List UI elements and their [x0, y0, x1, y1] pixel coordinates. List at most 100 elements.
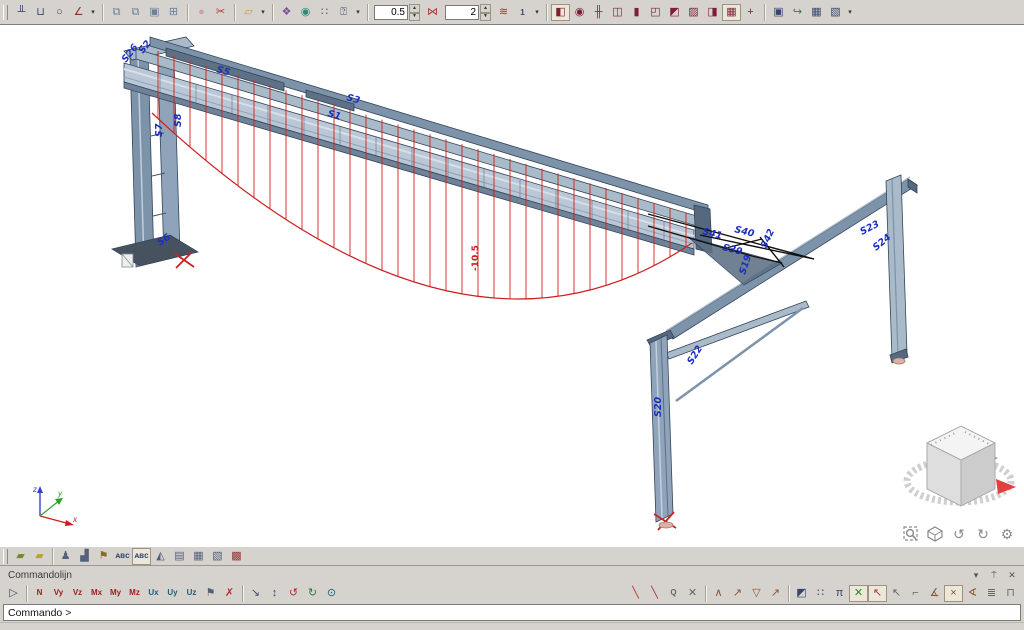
labels-abc-icon[interactable]: ᴀʙᴄ — [113, 548, 132, 565]
orbit-right-icon[interactable]: ↻ — [974, 525, 992, 543]
connection-welded-icon[interactable]: ◉ — [570, 4, 589, 21]
center-crosshair-icon[interactable]: + — [741, 4, 760, 21]
rotate-cw-icon[interactable]: ↻ — [303, 585, 322, 602]
render-palette-icon[interactable]: ❖ — [277, 4, 296, 21]
panel-pin-button[interactable]: ⍑ — [988, 570, 1000, 581]
multicopy-icon[interactable]: ⧉ — [126, 4, 145, 21]
wipe-all-icon[interactable]: ▰ — [30, 548, 49, 565]
result-Uy-icon[interactable]: Uy — [163, 585, 182, 602]
arc-edit-icon[interactable]: ↗ — [728, 585, 747, 602]
navigation-cube[interactable]: ↺ ↻ ⚙ — [898, 397, 1020, 544]
angle-icon[interactable]: ∠ — [69, 4, 88, 21]
eraser-icon[interactable]: ● — [192, 4, 211, 21]
diagram-curve-icon[interactable]: ≋ — [494, 4, 513, 21]
dot-grid-icon[interactable]: ∷ — [315, 4, 334, 21]
result-Mx-icon[interactable]: Mx — [87, 585, 106, 602]
folder-dropdown[interactable]: ▾ — [258, 4, 268, 21]
view-dropdown[interactable]: ▾ — [353, 4, 363, 21]
table-results-icon[interactable]: ▦ — [189, 548, 208, 565]
calculator-settings-icon[interactable]: ▧ — [826, 4, 845, 21]
connection-add-icon[interactable]: ◨ — [703, 4, 722, 21]
hide-service-icon[interactable]: ♟ — [56, 548, 75, 565]
snap-orthogonal-icon[interactable]: ⌐ — [906, 585, 925, 602]
view-settings-gear-icon[interactable]: ⚙ — [998, 525, 1016, 543]
line-edit-icon[interactable]: ↗ — [766, 585, 785, 602]
main-girder[interactable] — [124, 37, 712, 255]
hinge-scale-icon[interactable]: ⋈ — [423, 4, 442, 21]
labels-abc-active-icon[interactable]: ᴀʙᴄ — [132, 548, 151, 565]
toolbar-handle[interactable] — [3, 5, 8, 20]
tools-dropdown[interactable]: ▾ — [845, 4, 855, 21]
connection-plate-icon[interactable]: ╫ — [589, 4, 608, 21]
connection-expand-icon[interactable]: ▦ — [722, 4, 741, 21]
delete-node-icon[interactable]: ✕ — [683, 585, 702, 602]
calculator-icon[interactable]: ▦ — [807, 4, 826, 21]
measure-ruler-icon[interactable]: ≣ — [982, 585, 1001, 602]
connection-haunch-icon[interactable]: ◩ — [665, 4, 684, 21]
compass-icon[interactable]: ⊙ — [322, 585, 341, 602]
snap-angle-icon[interactable]: ∢ — [963, 585, 982, 602]
grid-dot-snap-icon[interactable]: ∷ — [811, 585, 830, 602]
results-scale-input[interactable] — [374, 5, 408, 20]
grid-line-snap-icon[interactable]: π — [830, 585, 849, 602]
model-viewport[interactable]: -10.5 S26 S2 S5 S3 S1 S8 S7 S6 S41 S39 S… — [0, 24, 1024, 546]
result-Ux-icon[interactable]: Ux — [144, 585, 163, 602]
draw-more-dropdown[interactable]: ▾ — [88, 4, 98, 21]
wipe-display-icon[interactable]: ▰ — [11, 548, 30, 565]
copy-icon[interactable]: ⧉ — [107, 4, 126, 21]
export-run-icon[interactable]: ↪ — [788, 4, 807, 21]
snap-point-icon[interactable]: ↘ — [246, 585, 265, 602]
diagram-scale-down[interactable]: ▼ — [480, 13, 491, 22]
save-results-icon[interactable]: ▣ — [769, 4, 788, 21]
view-cube-icon[interactable] — [926, 525, 944, 543]
structure-3d-scene[interactable]: -10.5 S26 S2 S5 S3 S1 S8 S7 S6 S41 S39 S… — [0, 25, 1024, 547]
flag-section-icon[interactable]: ⚑ — [201, 585, 220, 602]
scale-dropdown[interactable]: ▾ — [532, 4, 542, 21]
snap-tangent-icon[interactable]: ∡ — [925, 585, 944, 602]
result-Vy-icon[interactable]: Vy — [49, 585, 68, 602]
vertex-edit-icon[interactable]: ∧ — [709, 585, 728, 602]
result-Uz-icon[interactable]: Uz — [182, 585, 201, 602]
beam-axis-dot-icon[interactable]: ╲ — [645, 585, 664, 602]
toolbar-handle[interactable] — [3, 549, 8, 564]
orbit-left-icon[interactable]: ↺ — [950, 525, 968, 543]
move-icon[interactable]: ▣ — [145, 4, 164, 21]
move-updown-icon[interactable]: ↕ — [265, 585, 284, 602]
section-label-icon[interactable]: ⚑ — [94, 548, 113, 565]
snap-settings-icon[interactable]: ⊓ — [1001, 585, 1020, 602]
result-My-icon[interactable]: My — [106, 585, 125, 602]
rotate-ccw-icon[interactable]: ↺ — [284, 585, 303, 602]
connection-frame-icon[interactable]: ◫ — [608, 4, 627, 21]
nav-cube-graphic[interactable] — [898, 397, 1020, 519]
colors-magnifier-icon[interactable]: ◉ — [296, 4, 315, 21]
numbering-icon[interactable]: 1 — [513, 4, 532, 21]
result-Mz-icon[interactable]: Mz — [125, 585, 144, 602]
axo-view-icon[interactable]: ◭ — [151, 548, 170, 565]
query-size-icon[interactable]: ⍰ — [334, 4, 353, 21]
panel-dropdown-button[interactable]: ▾ — [970, 570, 982, 581]
connection-stiffener-icon[interactable]: ▮ — [627, 4, 646, 21]
table-composer-icon[interactable]: ▧ — [208, 548, 227, 565]
generate-node-icon[interactable]: Q — [664, 585, 683, 602]
connection-bolted-icon[interactable]: ◧ — [551, 4, 570, 21]
scissors-icon[interactable]: ✂ — [211, 4, 230, 21]
document-preview-icon[interactable]: ▤ — [170, 548, 189, 565]
result-N-icon[interactable]: N — [30, 585, 49, 602]
panel-close-button[interactable]: ✕ — [1006, 570, 1018, 581]
command-input[interactable] — [4, 605, 1020, 620]
diagram-scale-input[interactable] — [445, 5, 479, 20]
snap-endpoint-icon[interactable]: ↖ — [868, 585, 887, 602]
snap-intersection-icon[interactable]: ↖ — [887, 585, 906, 602]
connection-corner-icon[interactable]: ◰ — [646, 4, 665, 21]
delete-result-icon[interactable]: ✗ — [220, 585, 239, 602]
select-arrow-icon[interactable]: ▷ — [4, 585, 23, 602]
results-scale-up[interactable]: ▲ — [409, 4, 420, 13]
snap-arc-center-icon[interactable]: × — [944, 585, 963, 602]
open-folder-icon[interactable]: ▱ — [239, 4, 258, 21]
result-Vz-icon[interactable]: Vz — [68, 585, 87, 602]
polygon-edit-icon[interactable]: ▽ — [747, 585, 766, 602]
mirror-icon[interactable]: ⊞ — [164, 4, 183, 21]
dimension-icon[interactable]: ╨ — [12, 4, 31, 21]
polyline-icon[interactable]: ⊔ — [31, 4, 50, 21]
connection-mesh-icon[interactable]: ▨ — [684, 4, 703, 21]
